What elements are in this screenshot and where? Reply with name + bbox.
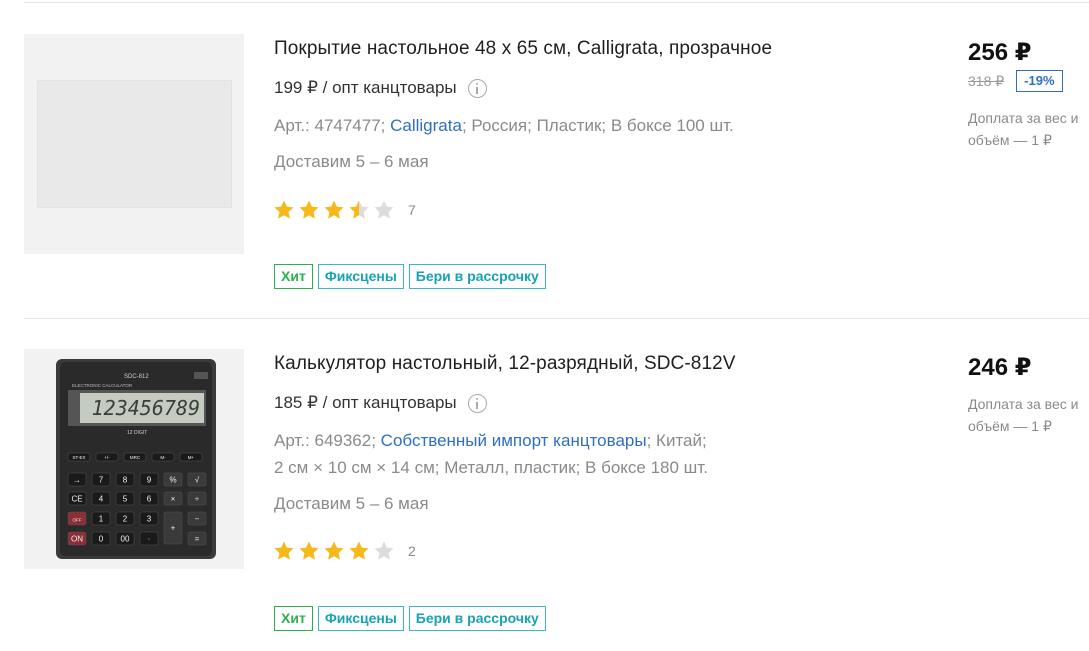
- calc-key-label: ÷: [195, 495, 200, 504]
- article-number: Арт.: 4747477;: [274, 116, 391, 135]
- calc-display-digits: 123456789: [92, 396, 200, 420]
- calc-key-label: M-: [160, 455, 166, 460]
- delivery-date: Доставим 5 – 6 мая: [274, 494, 429, 513]
- calc-key-label: 4: [99, 495, 104, 504]
- product-card-1: Покрытие настольное 48 х 65 см, Calligra…: [0, 34, 1089, 304]
- calc-key-label: 5: [123, 495, 128, 504]
- calc-key-label: MRC: [130, 455, 141, 460]
- product-attributes: ; Россия; Пластик; В боксе 100 шт.: [461, 116, 734, 135]
- top-divider: [24, 2, 1089, 3]
- badge-hit: Хит: [274, 606, 313, 631]
- star-icon: [349, 541, 369, 560]
- calc-key-label: +: [171, 524, 176, 533]
- wholesale-price: 185 ₽ / опт канцтовары: [274, 393, 487, 413]
- product-card-2: SDC-812 ELECTRONIC CALCULATOR 123456789 …: [0, 349, 1089, 639]
- rating[interactable]: 2: [273, 540, 416, 562]
- surcharge-note: Доплата за вес и объём — 1 ₽: [968, 396, 1079, 434]
- badge-fixed-price: Фиксцены: [317, 264, 404, 289]
- article-number: Арт.: 649362;: [274, 431, 381, 450]
- calc-key-label: 1: [99, 515, 104, 524]
- discount-badge: -19%: [1016, 70, 1063, 92]
- product-divider: [24, 318, 1089, 319]
- badges: Хит Фиксцены Бери в рассрочку: [274, 606, 551, 631]
- calc-key-label: 3: [147, 515, 152, 524]
- star-icon: [299, 541, 319, 560]
- badge-fixed-price: Фиксцены: [317, 606, 404, 631]
- review-count[interactable]: 7: [408, 202, 416, 218]
- product-meta: Арт.: 649362; Собственный импорт канцтов…: [274, 427, 708, 481]
- calc-key-label: +/-: [104, 455, 110, 460]
- calc-key-label: √: [195, 476, 200, 485]
- calc-key-label: %: [169, 476, 176, 485]
- calc-key-label: =: [195, 535, 200, 544]
- badge-hit: Хит: [274, 264, 313, 289]
- calc-key-label: 8: [123, 476, 128, 485]
- calc-brand-label: ELECTRONIC CALCULATOR: [72, 383, 133, 388]
- wholesale-label: 185 ₽ / опт канцтовары: [274, 393, 457, 412]
- desk-mat-image: [37, 80, 232, 208]
- badges: Хит Фиксцены Бери в рассрочку: [274, 264, 551, 289]
- wholesale-price: 199 ₽ / опт канцтовары: [274, 78, 487, 98]
- old-price-row: 318 ₽ -19%: [968, 70, 1063, 92]
- product-dimensions: 2 см × 10 см × 14 см; Металл, пластик; В…: [274, 458, 708, 477]
- calc-key-label: 2: [123, 515, 128, 524]
- calc-key-label: −: [195, 515, 200, 524]
- star-icon: [274, 541, 294, 560]
- product-image[interactable]: SDC-812 ELECTRONIC CALCULATOR 123456789 …: [24, 349, 244, 569]
- product-title[interactable]: Калькулятор настольный, 12-разрядный, SD…: [274, 353, 736, 375]
- calc-key-label: CE: [71, 495, 82, 504]
- brand-link[interactable]: Собственный импорт канцтовары: [381, 431, 647, 450]
- rating[interactable]: 7: [273, 199, 416, 221]
- info-icon[interactable]: [467, 78, 487, 98]
- calc-key-label: 0: [99, 535, 104, 544]
- badge-installment: Бери в рассрочку: [408, 264, 546, 289]
- star-icon: [374, 200, 394, 219]
- calc-model-label: SDC-812: [124, 374, 149, 380]
- calc-key-label: ST-EX: [72, 455, 85, 460]
- surcharge-note: Доплата за вес и объём — 1 ₽: [968, 110, 1079, 148]
- calc-key-label: 6: [147, 495, 152, 504]
- star-icon: [324, 200, 344, 219]
- review-count[interactable]: 2: [408, 543, 416, 559]
- wholesale-label: 199 ₽ / опт канцтовары: [274, 78, 457, 97]
- star-icon: [374, 541, 394, 560]
- calc-key-label: M+: [188, 455, 195, 460]
- calc-key-label: →: [73, 476, 81, 485]
- info-icon[interactable]: [467, 393, 487, 413]
- calc-key-label: ×: [171, 495, 176, 504]
- product-title[interactable]: Покрытие настольное 48 х 65 см, Calligra…: [274, 38, 772, 60]
- current-price: 246 ₽: [968, 354, 1032, 381]
- delivery-date: Доставим 5 – 6 мая: [274, 152, 429, 171]
- product-attributes: ; Китай;: [646, 431, 707, 450]
- calc-key-label: OFF: [73, 518, 82, 523]
- brand-link[interactable]: Calligrata: [390, 116, 462, 135]
- calc-key-label: 00: [121, 535, 130, 544]
- calc-digit-label: 12 DIGIT: [127, 430, 147, 436]
- old-price: 318 ₽: [968, 72, 1005, 89]
- product-image[interactable]: [24, 34, 244, 254]
- calc-key-label: ·: [148, 535, 151, 544]
- star-icon: [274, 200, 294, 219]
- current-price: 256 ₽: [968, 39, 1032, 66]
- badge-installment: Бери в рассрочку: [408, 606, 546, 631]
- calc-key-label: 9: [147, 476, 152, 485]
- calc-key-label: ON: [71, 535, 83, 544]
- calc-key-label: 7: [99, 476, 104, 485]
- star-icon: [299, 200, 319, 219]
- calculator-image: SDC-812 ELECTRONIC CALCULATOR 123456789 …: [56, 359, 216, 559]
- star-icon: [324, 541, 344, 560]
- product-meta: Арт.: 4747477; Calligrata; Россия; Пласт…: [274, 112, 734, 139]
- star-icon: [349, 200, 369, 219]
